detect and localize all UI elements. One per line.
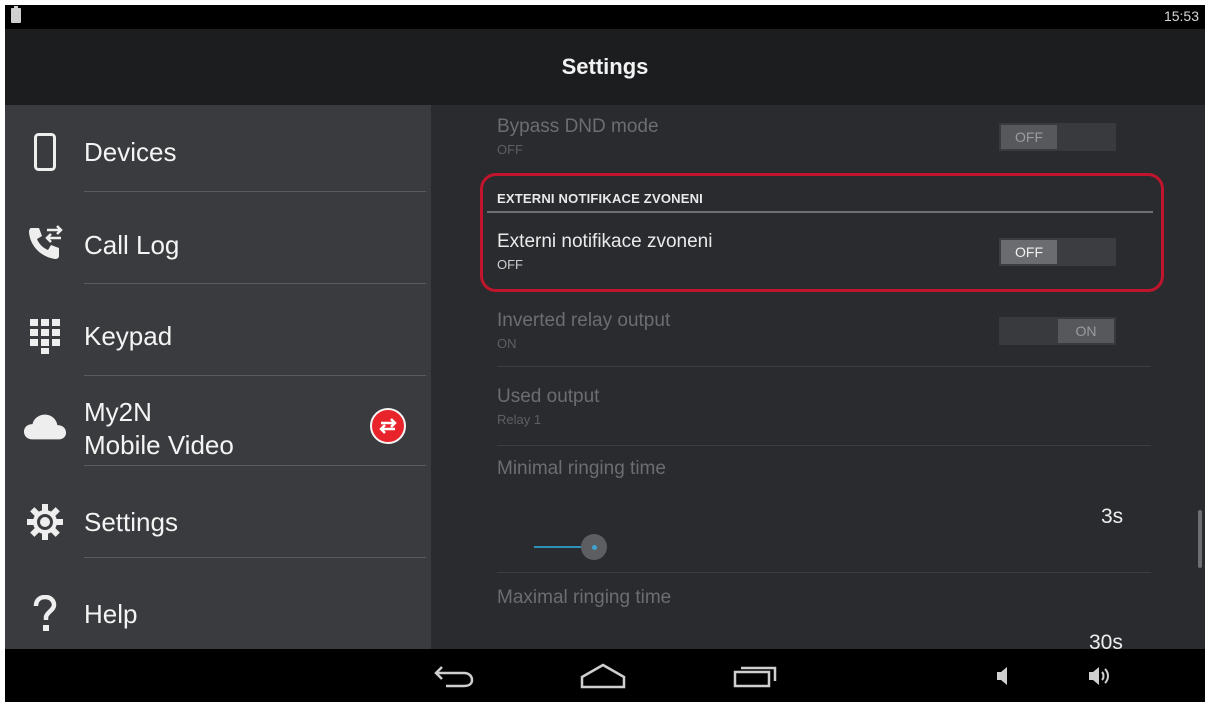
divider <box>497 445 1151 446</box>
inverted-relay-toggle[interactable]: ON <box>999 317 1116 345</box>
sidebar-item-label: Help <box>84 599 138 629</box>
divider <box>84 465 426 466</box>
bypass-dnd-toggle[interactable]: OFF <box>999 123 1116 151</box>
status-clock: 15:53 <box>1163 8 1199 24</box>
page-title: Settings <box>561 54 649 79</box>
phone-icon <box>23 132 67 172</box>
battery-icon <box>11 6 21 23</box>
divider <box>84 191 426 192</box>
toggle-knob: ON <box>1058 319 1114 343</box>
sidebar-item-my2n-mobile-video[interactable]: My2N Mobile Video <box>5 377 431 467</box>
sidebar-item-call-log[interactable]: Call Log <box>5 193 431 285</box>
highlight-frame <box>480 173 1164 292</box>
back-icon[interactable] <box>425 659 485 693</box>
status-bar: 15:53 <box>5 5 1205 29</box>
sidebar-item-label: Settings <box>84 507 178 537</box>
sync-arrows-icon[interactable] <box>370 408 406 444</box>
device-screen: 15:53 Settings Devices Call Log Keypad M… <box>5 5 1205 702</box>
sidebar-item-devices[interactable]: Devices <box>5 105 431 193</box>
cloud-icon <box>23 410 67 444</box>
max-ringing-value: 30s <box>1089 631 1123 649</box>
inverted-relay-preference[interactable]: Inverted relay output ON <box>497 310 670 351</box>
bypass-dnd-preference[interactable]: Bypass DND mode OFF <box>497 116 659 157</box>
volume-up-icon[interactable] <box>1069 659 1129 693</box>
gear-icon <box>23 502 67 542</box>
divider <box>84 557 426 558</box>
preference-title: Minimal ringing time <box>497 458 666 479</box>
volume-down-icon[interactable] <box>975 659 1035 693</box>
sidebar-item-label: Call Log <box>84 230 180 260</box>
sidebar-item-settings[interactable]: Settings <box>5 467 431 559</box>
min-ringing-preference[interactable]: Minimal ringing time <box>497 458 666 480</box>
preference-title: Used output <box>497 386 600 407</box>
recents-icon[interactable] <box>725 659 785 693</box>
sidebar-item-label: My2N <box>84 397 152 427</box>
sidebar-item-keypad[interactable]: Keypad <box>5 285 431 377</box>
divider <box>497 366 1151 367</box>
used-output-preference[interactable]: Used output Relay 1 <box>497 386 599 427</box>
call-log-icon <box>23 223 67 263</box>
sidebar-item-label: Mobile Video <box>84 430 234 460</box>
navigation-drawer: Devices Call Log Keypad My2N Mobile Vide… <box>5 105 431 649</box>
min-ringing-value: 3s <box>1101 505 1124 528</box>
max-ringing-preference[interactable]: Maximal ringing time <box>497 587 671 609</box>
question-icon <box>23 594 67 634</box>
sidebar-item-help[interactable]: Help <box>5 559 431 649</box>
toggle-knob: OFF <box>1001 125 1057 149</box>
scrollbar[interactable] <box>1198 510 1202 568</box>
system-navigation-bar <box>5 649 1205 702</box>
divider <box>84 283 426 284</box>
preference-title: Inverted relay output <box>497 310 671 331</box>
preference-summary: OFF <box>497 142 523 157</box>
preference-summary: Relay 1 <box>497 412 542 427</box>
home-icon[interactable] <box>573 659 633 693</box>
divider <box>84 375 426 376</box>
min-ringing-slider-thumb[interactable] <box>581 534 607 560</box>
preference-summary: ON <box>497 336 517 351</box>
preference-title: Bypass DND mode <box>497 116 659 137</box>
sidebar-item-label: Devices <box>84 137 177 167</box>
divider <box>497 572 1151 573</box>
keypad-icon <box>23 316 67 356</box>
settings-list: Bypass DND mode OFF OFF EXTERNI NOTIFIKA… <box>431 105 1205 649</box>
action-bar: Settings <box>5 29 1205 105</box>
sidebar-item-label: Keypad <box>84 321 173 351</box>
preference-title: Maximal ringing time <box>497 587 672 608</box>
